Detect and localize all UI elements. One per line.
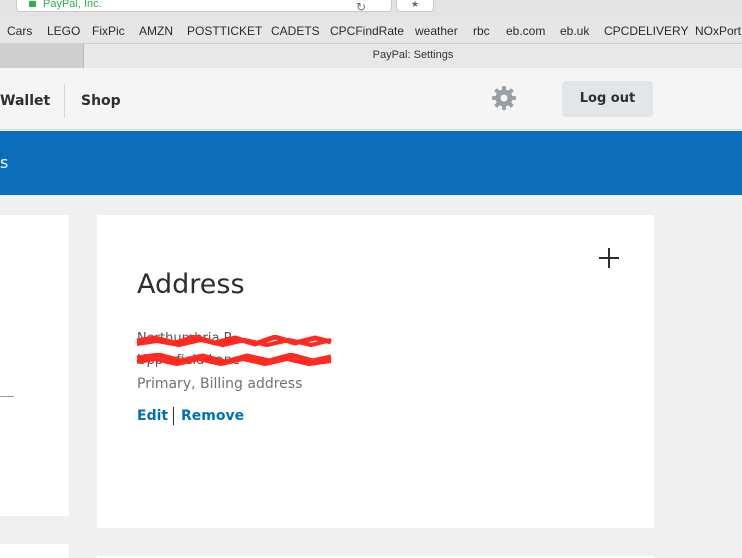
address-card: Address Northumbria P Upperfield Lane Pr…: [97, 215, 654, 528]
gear-icon[interactable]: [490, 84, 518, 112]
nav-divider: [64, 84, 65, 118]
bookmark-item[interactable]: eb.com: [506, 25, 545, 38]
bookmark-item[interactable]: Cars: [7, 25, 32, 38]
bookmark-item[interactable]: NOxPort: [695, 25, 741, 38]
reload-icon[interactable]: ↻: [356, 1, 366, 13]
bookmark-item[interactable]: rbc: [473, 25, 490, 38]
tab-paypal-settings[interactable]: PayPal: Settings: [84, 44, 742, 68]
bookmark-item[interactable]: FixPic: [92, 25, 125, 38]
bookmark-item[interactable]: AMZN: [139, 25, 173, 38]
bookmark-item[interactable]: weather: [415, 25, 458, 38]
star-icon: ★: [410, 0, 420, 10]
url-field[interactable]: PayPal, Inc.: [16, 0, 392, 12]
redaction-scribble: [136, 353, 332, 366]
settings-banner: s: [0, 131, 742, 195]
banner-title-fragment: s: [0, 153, 9, 172]
logout-button[interactable]: Log out: [562, 81, 653, 117]
nav-wallet-link[interactable]: Wallet: [0, 93, 50, 109]
site-header: Wallet Shop Log out: [0, 68, 742, 130]
address-bar-strip: PayPal, Inc. ↻ ★: [0, 0, 742, 16]
tab-bar: PayPal: Settings: [0, 44, 742, 68]
left-card: [0, 215, 69, 516]
bookmark-item[interactable]: POSTTICKET: [187, 25, 262, 38]
bookmark-item[interactable]: CADETS: [271, 25, 320, 38]
link-divider: [173, 407, 174, 425]
address-title: Address: [137, 269, 245, 300]
bookmark-star-button[interactable]: ★: [396, 0, 434, 12]
bookmarks-bar: Cars LEGO FixPic AMZN POSTTICKET CADETS …: [0, 16, 742, 44]
bookmark-item[interactable]: eb.uk: [560, 25, 589, 38]
left-card-divider: [0, 396, 14, 397]
tab-inactive[interactable]: [0, 44, 84, 68]
left-card-lower: [0, 544, 69, 558]
bookmark-item[interactable]: CPCDELIVERY: [604, 25, 688, 38]
tab-title: PayPal: Settings: [372, 49, 454, 61]
url-text: PayPal, Inc.: [43, 0, 102, 10]
bookmark-item[interactable]: CPCFindRate: [330, 25, 404, 38]
remove-address-link[interactable]: Remove: [181, 408, 244, 424]
plus-icon[interactable]: [597, 246, 621, 270]
redaction-scribble: [136, 335, 332, 347]
bookmark-item[interactable]: LEGO: [47, 25, 80, 38]
nav-shop-link[interactable]: Shop: [81, 93, 121, 109]
lock-icon: [29, 1, 36, 7]
edit-address-link[interactable]: Edit: [137, 408, 168, 424]
address-type-label: Primary, Billing address: [137, 376, 303, 392]
